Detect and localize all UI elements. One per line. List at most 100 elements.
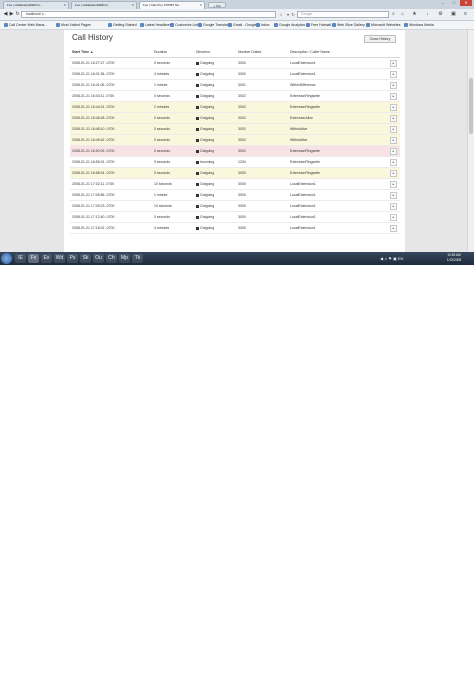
expand-row-icon[interactable]: ▸ <box>390 71 397 78</box>
refresh-button[interactable]: ↻ <box>14 11 21 18</box>
bookmark-item[interactable]: Google Translate <box>198 22 230 28</box>
browser-tab-1[interactable]: Foo | HullabalooWEB.Gr... ✕ <box>3 1 69 9</box>
table-row[interactable]: 2008-01-21 17:02:11 -0700 10 seconds Outgo… <box>70 179 400 190</box>
tab-close-icon[interactable]: ✕ <box>131 2 134 9</box>
taskbar-app-button[interactable]: Tk <box>132 254 143 263</box>
tab-close-icon[interactable]: ✕ <box>63 2 66 9</box>
search-icon[interactable]: ⌕ <box>390 11 397 18</box>
system-tray[interactable]: ◀ ♫ ⚑ ▣ EN <box>380 254 403 263</box>
bookmark-item[interactable]: Customize Links <box>170 22 201 28</box>
duration-cell-text: 0 seconds <box>154 127 170 131</box>
tab-strip: Foo | HullabalooWEB.Gr... ✕ Foo | Hullaba… <box>0 0 474 9</box>
bookmark-item[interactable]: Call Center Web Mana... <box>4 22 47 28</box>
browser-tab-2[interactable]: Foo | HullabalooWEB.Gr... ✕ <box>71 1 137 9</box>
table-row[interactable]: 2008-01-21 17:09:23 -0700 10 seconds Outgo… <box>70 201 400 212</box>
direction-cell: Incoming <box>196 160 214 164</box>
duration-cell-text: 4 minutes <box>154 72 170 76</box>
bookmark-favicon-icon <box>198 23 202 28</box>
taskbar-app-button[interactable]: Wd <box>54 254 65 263</box>
expand-row-icon[interactable]: ▸ <box>390 203 397 210</box>
table-row[interactable]: 2008-01-21 16:55:31 -0700 0 seconds Incomi… <box>70 157 400 168</box>
bookmark-item[interactable]: Web Slice Gallery <box>332 22 365 28</box>
table-row[interactable]: 2008-01-21 16:58:44 -0700 0 seconds Outgoi… <box>70 168 400 179</box>
window-close-button[interactable]: ✕ <box>460 0 472 6</box>
start-button[interactable] <box>1 253 12 264</box>
table-row[interactable]: 2008-01-21 17:16:02 -0700 4 minutes Outgoi… <box>70 223 400 234</box>
page-scrollbar[interactable] <box>467 30 474 252</box>
expand-row-icon[interactable]: ▸ <box>390 104 397 111</box>
taskbar-app-button[interactable]: Ch <box>106 254 117 263</box>
table-row[interactable]: 2008-01-21 17:12:40 -0700 0 seconds Outgoi… <box>70 212 400 223</box>
bookmark-item[interactable]: Most Visited Pages <box>56 22 91 28</box>
direction-cell: Outgoing <box>196 83 214 87</box>
column-header-number[interactable]: Number Dialed <box>238 50 261 54</box>
description-cell-text: ExtensionRingwrite <box>290 94 320 98</box>
table-row[interactable]: 2008-01-21 16:48:10 -0700 0 seconds Outgoi… <box>70 124 400 135</box>
direction-cell-text: Incoming <box>200 160 215 164</box>
expand-row-icon[interactable]: ▸ <box>390 126 397 133</box>
menu-icon[interactable]: ≡ <box>462 11 469 18</box>
outgoing-call-icon <box>196 149 199 153</box>
taskbar-app-button[interactable]: Ex <box>41 254 52 263</box>
bookmark-item[interactable]: Gmail - Google <box>228 22 257 28</box>
taskbar-app-button[interactable]: Fx <box>28 254 39 263</box>
addon-icon[interactable]: ▣ <box>450 11 457 18</box>
maximize-button[interactable]: □ <box>449 0 459 6</box>
expand-row-icon[interactable]: ▸ <box>390 148 397 155</box>
column-header-start-time[interactable]: Start Time ▲ <box>72 50 94 54</box>
new-tab-button[interactable]: + Tab <box>208 2 226 8</box>
table-row[interactable]: 2008-01-21 16:52:09 -0700 0 seconds Outgoi… <box>70 146 400 157</box>
taskbar-app-button[interactable]: Ps <box>67 254 78 263</box>
bookmark-item[interactable]: Microsoft Websites <box>366 22 401 28</box>
direction-cell: Outgoing <box>196 105 214 109</box>
table-row[interactable]: 2008-01-21 17:05:56 -0700 1 minute Outgoin… <box>70 190 400 201</box>
expand-row-icon[interactable]: ▸ <box>390 225 397 232</box>
address-bar[interactable]: localhost/ c... <box>21 11 276 18</box>
taskbar-app-button[interactable]: Ou <box>93 254 104 263</box>
expand-row-icon[interactable]: ▸ <box>390 170 397 177</box>
table-row[interactable]: 2008-01-21 16:31:36 -0700 4 minutes Outgoi… <box>70 69 400 80</box>
table-row[interactable]: 2008-01-21 16:43:11 -0700 0 seconds Outgoi… <box>70 91 400 102</box>
table-row[interactable]: 2008-01-21 16:27:27 -0700 0 seconds Outgoi… <box>70 58 400 69</box>
expand-row-icon[interactable]: ▸ <box>390 60 397 67</box>
bookmark-star-icon[interactable]: ☆ <box>278 11 284 18</box>
bookmark-item[interactable]: Google Analytics <box>274 22 305 28</box>
column-header-description[interactable]: Description / Caller Name <box>290 50 330 54</box>
bookmark-item[interactable]: Free Hotmail <box>306 22 331 28</box>
bookmarks-icon[interactable]: ★ <box>411 11 418 18</box>
table-row[interactable]: 2008-01-21 16:46:28 -0700 0 seconds Outgoi… <box>70 113 400 124</box>
home-icon[interactable]: ⌂ <box>399 11 406 18</box>
minimize-button[interactable]: – <box>438 0 448 6</box>
column-header-duration[interactable]: Duration <box>154 50 167 54</box>
column-header-direction[interactable]: Direction <box>196 50 210 54</box>
clock[interactable]: 10:53 AM 1/22/2008 <box>442 253 466 264</box>
expand-row-icon[interactable]: ▸ <box>390 181 397 188</box>
expand-row-icon[interactable]: ▸ <box>390 159 397 166</box>
bookmark-item[interactable]: Windows Media <box>404 22 434 28</box>
taskbar-app-button[interactable]: IE <box>15 254 26 263</box>
table-row[interactable]: 2008-01-21 16:49:42 -0700 0 seconds Outgoi… <box>70 135 400 146</box>
expand-row-icon[interactable]: ▸ <box>390 214 397 221</box>
bookmark-item[interactable]: Latest Headlines <box>140 22 171 28</box>
search-input[interactable]: Google <box>297 11 389 18</box>
table-row[interactable]: 2008-01-21 16:41:06 -0700 1 minute Outgoin… <box>70 80 400 91</box>
table-row[interactable]: 2008-01-21 16:44:21 -0700 2 minutes Outgoi… <box>70 102 400 113</box>
browser-tab-3[interactable]: Foo | Call Info | M7PBX Mt... ✕ <box>139 1 205 9</box>
taskbar-app-button[interactable]: Mp <box>119 254 130 263</box>
expand-row-icon[interactable]: ▸ <box>390 115 397 122</box>
tools-icon[interactable]: ⚙ <box>437 11 444 18</box>
bookmark-item[interactable]: Inbox <box>256 22 270 28</box>
duration-cell: 4 minutes <box>154 72 169 76</box>
taskbar-app-button[interactable]: Sk <box>80 254 91 263</box>
expand-row-icon[interactable]: ▸ <box>390 82 397 89</box>
download-icon[interactable]: ↓ <box>424 11 431 18</box>
go-icon[interactable]: ↻ <box>290 11 296 18</box>
bookmark-item[interactable]: Getting Started <box>108 22 137 28</box>
close-history-button[interactable]: Close History <box>364 35 396 43</box>
tab-close-icon[interactable]: ✕ <box>199 2 202 9</box>
outgoing-call-icon <box>196 138 199 142</box>
expand-row-icon[interactable]: ▸ <box>390 192 397 199</box>
scrollbar-thumb[interactable] <box>469 78 473 134</box>
expand-row-icon[interactable]: ▸ <box>390 137 397 144</box>
expand-row-icon[interactable]: ▸ <box>390 93 397 100</box>
